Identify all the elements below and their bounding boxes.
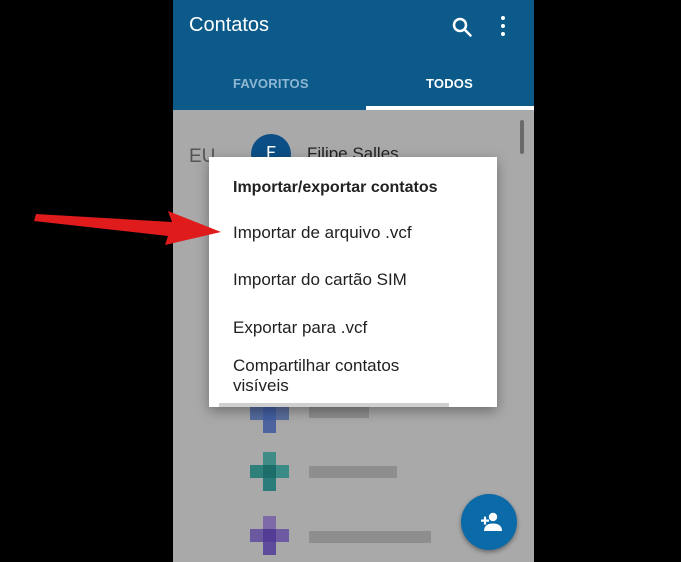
red-arrow-annotation — [34, 211, 221, 245]
